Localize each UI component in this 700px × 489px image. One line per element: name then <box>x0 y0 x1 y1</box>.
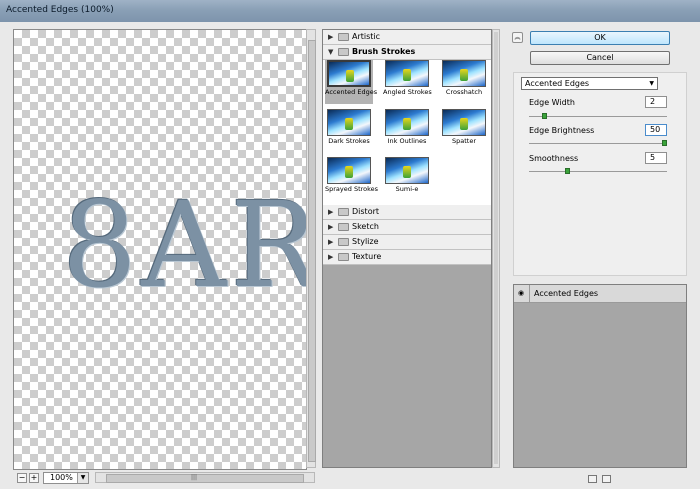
preview-horizontal-scrollbar[interactable]: ||| <box>95 472 315 483</box>
thumb-label: Crosshatch <box>445 88 483 96</box>
filter-preview-image <box>327 60 371 87</box>
filter-select[interactable]: Accented Edges ▼ <box>521 77 658 90</box>
divider <box>529 285 530 302</box>
folder-distort[interactable]: ▶ Distort <box>323 205 491 220</box>
folder-icon <box>338 223 349 231</box>
folder-artistic[interactable]: ▶ Artistic <box>323 30 491 45</box>
thumb-label: Spatter <box>451 137 476 145</box>
folder-label: Texture <box>352 252 382 261</box>
zoom-select[interactable]: 100% ▼ <box>43 472 89 484</box>
collapse-gallery-button[interactable]: ︽ <box>512 32 523 43</box>
thumb-label: Ink Outlines <box>387 137 427 145</box>
filter-thumb-accented-edges[interactable]: Accented Edges <box>325 60 378 104</box>
folder-icon <box>338 238 349 246</box>
zoom-value: 100% <box>50 473 73 482</box>
effect-layer-label: Accented Edges <box>534 289 599 298</box>
folder-stylize[interactable]: ▶ Stylize <box>323 235 491 250</box>
chevron-right-icon[interactable]: ▶ <box>328 220 333 234</box>
folder-brush-strokes[interactable]: ▼ Brush Strokes <box>323 45 491 60</box>
ok-button[interactable]: OK <box>530 31 670 45</box>
filter-thumb-sumi-e[interactable]: Sumi-e <box>383 157 431 201</box>
folder-icon <box>338 33 349 41</box>
chevron-down-icon[interactable]: ▼ <box>328 45 333 59</box>
title-bar: Accented Edges (100%) <box>0 0 700 22</box>
folder-sketch[interactable]: ▶ Sketch <box>323 220 491 235</box>
folder-icon <box>338 48 349 56</box>
edge-brightness-field[interactable]: 50 <box>645 124 667 136</box>
vertical-scroll-thumb[interactable] <box>308 40 316 462</box>
new-effect-layer-icon[interactable] <box>588 475 597 483</box>
window-title: Accented Edges (100%) <box>6 5 114 15</box>
eye-icon[interactable]: ◉ <box>518 289 527 297</box>
zoom-in-button[interactable]: + <box>29 473 39 483</box>
filter-gallery: ▶ Artistic ▼ Brush Strokes Accented Edge… <box>322 29 492 468</box>
thumb-label: Sprayed Strokes <box>325 185 379 193</box>
thumb-label: Dark Strokes <box>328 137 370 145</box>
preview-art-text: 8AR <box>62 176 307 314</box>
smoothness-slider[interactable] <box>529 168 667 174</box>
trash-icon[interactable] <box>602 475 611 483</box>
filter-preview-image <box>385 109 429 136</box>
chevron-right-icon[interactable]: ▶ <box>328 205 333 219</box>
chevron-down-icon[interactable]: ▼ <box>649 78 654 89</box>
cancel-button[interactable]: Cancel <box>530 51 670 65</box>
edge-width-slider[interactable] <box>529 113 667 119</box>
folder-label: Stylize <box>352 237 379 246</box>
edge-brightness-slider[interactable] <box>529 140 667 146</box>
slider-knob[interactable] <box>565 168 570 174</box>
chevron-right-icon[interactable]: ▶ <box>328 30 333 44</box>
filter-thumb-crosshatch[interactable]: Crosshatch <box>440 60 488 104</box>
folder-label: Sketch <box>352 222 379 231</box>
thumb-label: Angled Strokes <box>383 88 432 96</box>
folder-label: Distort <box>352 207 380 216</box>
smoothness-field[interactable]: 5 <box>645 152 667 164</box>
preview-vertical-scrollbar[interactable] <box>306 29 316 468</box>
preview-canvas[interactable]: 8AR <box>13 29 307 470</box>
gallery-scroll-thumb[interactable] <box>494 32 498 464</box>
chevron-right-icon[interactable]: ▶ <box>328 250 333 264</box>
effect-layers-panel: ◉ Accented Edges <box>513 284 687 468</box>
filter-preview-image <box>327 109 371 136</box>
filter-preview-image <box>385 157 429 184</box>
folder-texture[interactable]: ▶ Texture <box>323 250 491 265</box>
scroll-grip-icon: ||| <box>191 474 198 481</box>
filter-thumb-ink-outlines[interactable]: Ink Outlines <box>383 109 431 153</box>
zoom-out-button[interactable]: − <box>17 473 27 483</box>
smoothness-label: Smoothness <box>529 154 579 163</box>
chevron-down-icon[interactable]: ▼ <box>77 473 88 483</box>
folder-icon <box>338 208 349 216</box>
folder-label: Brush Strokes <box>352 47 416 56</box>
filter-preview-image <box>442 60 486 87</box>
effect-layer-row[interactable]: ◉ Accented Edges <box>514 285 686 303</box>
horizontal-scroll-thumb[interactable] <box>106 474 304 483</box>
filter-preview-image <box>442 109 486 136</box>
slider-knob[interactable] <box>662 140 667 146</box>
filter-select-value: Accented Edges <box>525 79 590 88</box>
filter-thumb-angled-strokes[interactable]: Angled Strokes <box>383 60 432 104</box>
folder-label: Artistic <box>352 32 381 41</box>
thumb-label: Accented Edges <box>325 88 378 96</box>
edge-brightness-label: Edge Brightness <box>529 126 595 135</box>
filter-thumb-dark-strokes[interactable]: Dark Strokes <box>325 109 373 153</box>
gallery-scrollbar[interactable] <box>492 29 500 468</box>
filter-preview-image <box>385 60 429 87</box>
thumb-label: Sumi-e <box>395 185 419 193</box>
edge-width-field[interactable]: 2 <box>645 96 667 108</box>
filter-preview-image <box>327 157 371 184</box>
edge-width-label: Edge Width <box>529 98 575 107</box>
filter-thumb-spatter[interactable]: Spatter <box>440 109 488 153</box>
folder-icon <box>338 253 349 261</box>
slider-knob[interactable] <box>542 113 547 119</box>
filter-thumb-sprayed-strokes[interactable]: Sprayed Strokes <box>325 157 379 201</box>
chevron-right-icon[interactable]: ▶ <box>328 235 333 249</box>
